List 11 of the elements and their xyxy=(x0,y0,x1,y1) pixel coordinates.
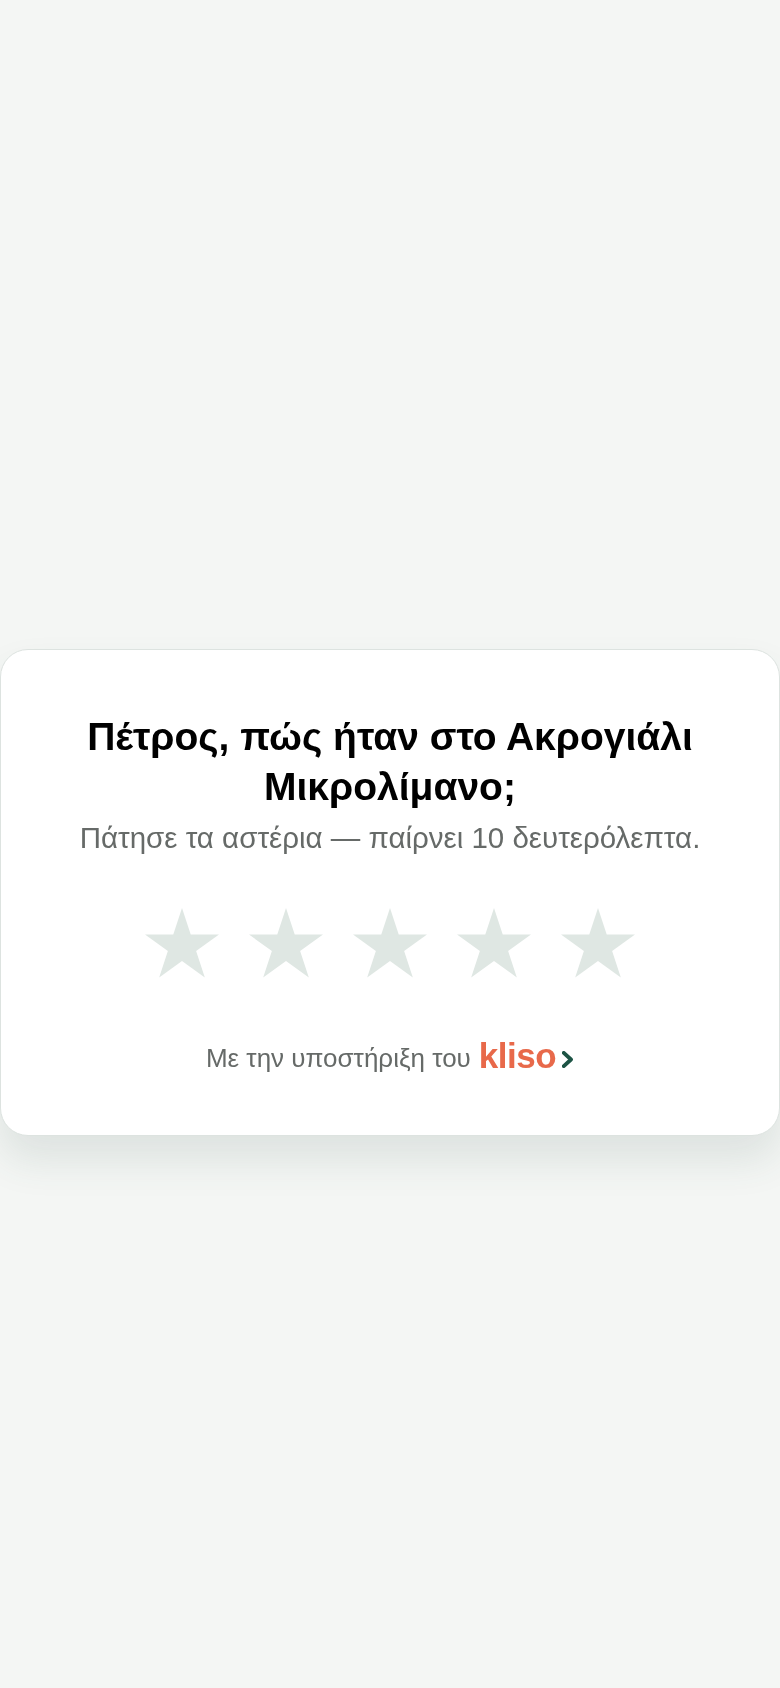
star-icon[interactable] xyxy=(457,907,531,979)
star-icon[interactable] xyxy=(561,907,635,979)
star-icon[interactable] xyxy=(249,907,323,979)
star-rating[interactable] xyxy=(145,907,635,979)
star-icon[interactable] xyxy=(145,907,219,979)
brand-logo-link[interactable]: kliso xyxy=(478,1036,575,1079)
star-icon[interactable] xyxy=(353,907,427,979)
card-subtitle: Πάτησε τα αστέρια — παίρνει 10 δευτερόλεπτα. xyxy=(79,819,701,856)
chevron-right-icon xyxy=(562,1051,575,1068)
card-title: Πέτρος, πώς ήταν στο Ακρογιάλι Μικρολίμανο; xyxy=(86,713,694,810)
powered-by-text: Με την υποστήριξη του xyxy=(205,1041,471,1074)
